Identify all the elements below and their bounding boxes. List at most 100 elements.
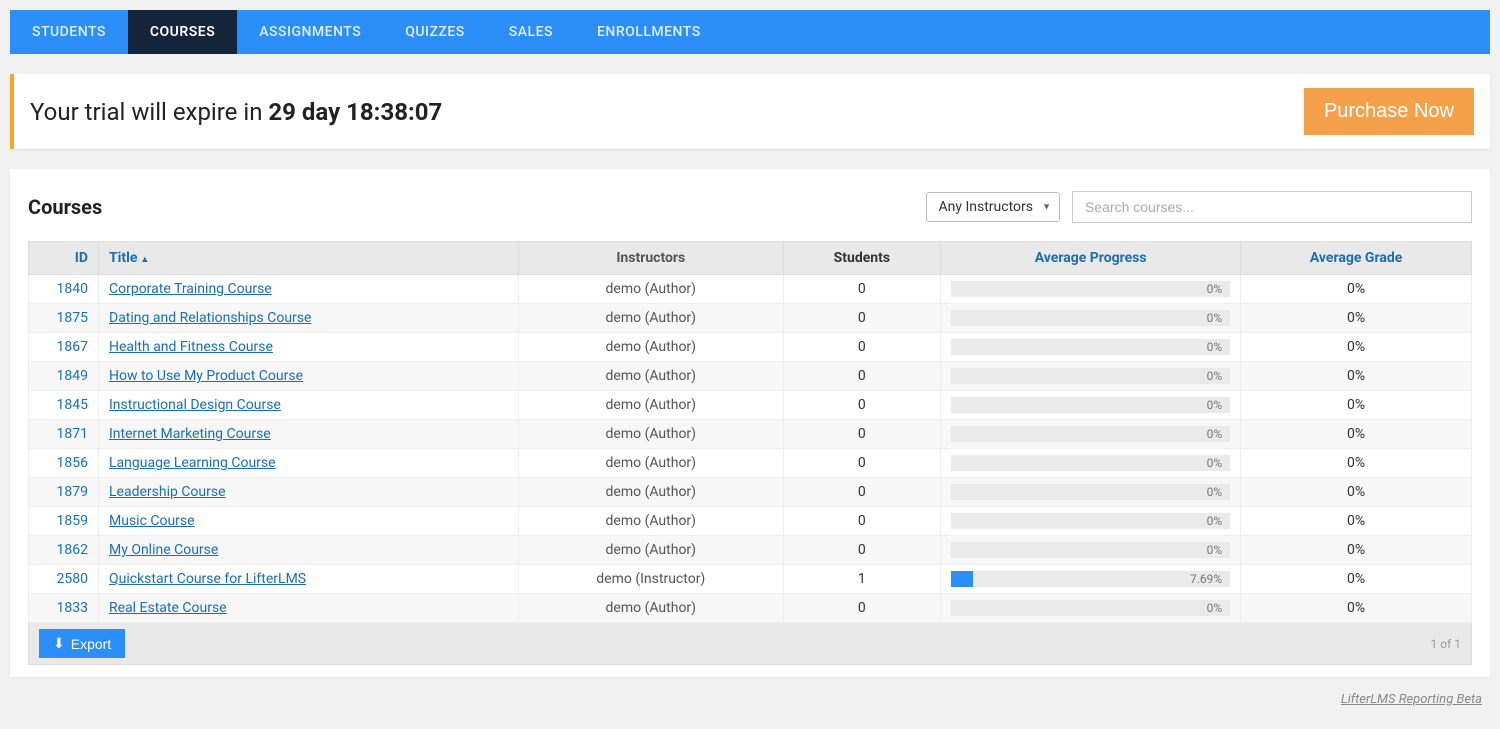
table-row: 1833Real Estate Coursedemo (Author)00%0%: [29, 594, 1472, 623]
progress-label: 0%: [1207, 398, 1223, 412]
cell-students: 0: [783, 478, 941, 507]
courses-panel: Courses Any Instructors ▼ ID Title▲ Inst…: [10, 169, 1490, 677]
cell-instructor: demo (Author): [519, 391, 784, 420]
table-footer: ⬇ Export 1 of 1: [28, 623, 1472, 665]
th-title[interactable]: Title▲: [99, 242, 519, 275]
nav-tab-courses[interactable]: COURSES: [128, 10, 237, 54]
course-link[interactable]: Real Estate Course: [109, 600, 227, 616]
nav-tab-students[interactable]: STUDENTS: [10, 10, 128, 54]
cell-title: Leadership Course: [99, 478, 519, 507]
cell-instructor: demo (Author): [519, 478, 784, 507]
cell-instructor: demo (Author): [519, 507, 784, 536]
table-row: 1840Corporate Training Coursedemo (Autho…: [29, 275, 1472, 304]
progress-bar: 0%: [951, 397, 1230, 413]
progress-fill: [951, 571, 972, 587]
cell-title: Health and Fitness Course: [99, 333, 519, 362]
table-row: 1867Health and Fitness Coursedemo (Autho…: [29, 333, 1472, 362]
cell-grade: 0%: [1241, 478, 1472, 507]
th-id[interactable]: ID: [29, 242, 99, 275]
instructor-filter-select[interactable]: Any Instructors ▼: [926, 192, 1061, 222]
table-row: 1849How to Use My Product Coursedemo (Au…: [29, 362, 1472, 391]
cell-title: Real Estate Course: [99, 594, 519, 623]
reporting-beta-link[interactable]: LifterLMS Reporting Beta: [1341, 692, 1482, 707]
progress-label: 0%: [1207, 340, 1223, 354]
cell-instructor: demo (Author): [519, 594, 784, 623]
cell-instructor: demo (Author): [519, 333, 784, 362]
progress-bar: 0%: [951, 455, 1230, 471]
cell-instructor: demo (Author): [519, 449, 784, 478]
progress-label: 0%: [1207, 456, 1223, 470]
course-link[interactable]: Music Course: [109, 513, 195, 529]
nav-tab-assignments[interactable]: ASSIGNMENTS: [237, 10, 383, 54]
progress-label: 0%: [1207, 369, 1223, 383]
cell-progress: 0%: [941, 333, 1241, 362]
course-link[interactable]: My Online Course: [109, 542, 218, 558]
cell-id: 1862: [29, 536, 99, 565]
cell-id: 1856: [29, 449, 99, 478]
cell-students: 1: [783, 565, 941, 594]
progress-bar: 0%: [951, 281, 1230, 297]
progress-label: 0%: [1207, 282, 1223, 296]
cell-title: Quickstart Course for LifterLMS: [99, 565, 519, 594]
course-link[interactable]: Language Learning Course: [109, 455, 276, 471]
export-icon: ⬇: [53, 635, 65, 652]
cell-id: 1849: [29, 362, 99, 391]
course-link[interactable]: Internet Marketing Course: [109, 426, 271, 442]
cell-title: My Online Course: [99, 536, 519, 565]
progress-bar: 0%: [951, 542, 1230, 558]
cell-progress: 0%: [941, 362, 1241, 391]
course-link[interactable]: Dating and Relationships Course: [109, 310, 311, 326]
progress-bar: 0%: [951, 484, 1230, 500]
export-button[interactable]: ⬇ Export: [39, 629, 125, 658]
cell-progress: 0%: [941, 478, 1241, 507]
cell-instructor: demo (Author): [519, 420, 784, 449]
cell-progress: 0%: [941, 507, 1241, 536]
filters: Any Instructors ▼: [926, 191, 1473, 223]
cell-grade: 0%: [1241, 333, 1472, 362]
course-link[interactable]: How to Use My Product Course: [109, 368, 303, 384]
cell-instructor: demo (Author): [519, 304, 784, 333]
course-link[interactable]: Leadership Course: [109, 484, 226, 500]
cell-students: 0: [783, 594, 941, 623]
cell-instructor: demo (Instructor): [519, 565, 784, 594]
trial-banner: Your trial will expire in 29 day 18:38:0…: [10, 74, 1490, 149]
table-row: 1875Dating and Relationships Coursedemo …: [29, 304, 1472, 333]
cell-progress: 0%: [941, 594, 1241, 623]
table-row: 1845Instructional Design Coursedemo (Aut…: [29, 391, 1472, 420]
progress-label: 7.69%: [1190, 572, 1222, 586]
progress-bar: 0%: [951, 600, 1230, 616]
th-avg-progress[interactable]: Average Progress: [941, 242, 1241, 275]
course-link[interactable]: Health and Fitness Course: [109, 339, 273, 355]
progress-label: 0%: [1207, 311, 1223, 325]
purchase-now-button[interactable]: Purchase Now: [1304, 88, 1474, 135]
cell-grade: 0%: [1241, 449, 1472, 478]
cell-progress: 0%: [941, 275, 1241, 304]
cell-title: Music Course: [99, 507, 519, 536]
table-row: 1871Internet Marketing Coursedemo (Autho…: [29, 420, 1472, 449]
cell-students: 0: [783, 449, 941, 478]
course-link[interactable]: Instructional Design Course: [109, 397, 281, 413]
cell-progress: 0%: [941, 536, 1241, 565]
nav-tabs: STUDENTSCOURSESASSIGNMENTSQUIZZESSALESEN…: [10, 10, 1490, 54]
course-link[interactable]: Corporate Training Course: [109, 281, 272, 297]
cell-grade: 0%: [1241, 507, 1472, 536]
nav-tab-quizzes[interactable]: QUIZZES: [383, 10, 487, 54]
search-input[interactable]: [1072, 191, 1472, 223]
th-avg-grade[interactable]: Average Grade: [1241, 242, 1472, 275]
nav-tab-enrollments[interactable]: ENROLLMENTS: [575, 10, 723, 54]
cell-students: 0: [783, 304, 941, 333]
cell-students: 0: [783, 507, 941, 536]
cell-progress: 0%: [941, 391, 1241, 420]
progress-bar: 7.69%: [951, 571, 1230, 587]
footer-link-area: LifterLMS Reporting Beta: [0, 691, 1482, 707]
nav-tab-sales[interactable]: SALES: [487, 10, 575, 54]
cell-grade: 0%: [1241, 565, 1472, 594]
th-instructors: Instructors: [519, 242, 784, 275]
cell-students: 0: [783, 362, 941, 391]
cell-grade: 0%: [1241, 594, 1472, 623]
table-row: 1879Leadership Coursedemo (Author)00%0%: [29, 478, 1472, 507]
progress-bar: 0%: [951, 310, 1230, 326]
cell-grade: 0%: [1241, 391, 1472, 420]
course-link[interactable]: Quickstart Course for LifterLMS: [109, 571, 306, 587]
cell-title: Internet Marketing Course: [99, 420, 519, 449]
